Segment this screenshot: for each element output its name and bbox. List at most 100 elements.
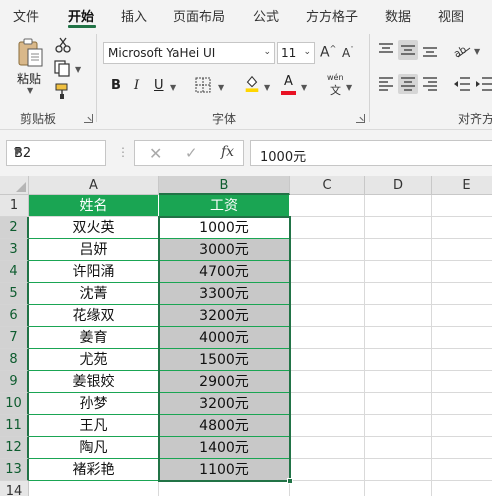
increase-font-size-icon[interactable]: A^ — [320, 44, 336, 61]
tab-view[interactable]: 视图 — [438, 6, 464, 25]
cell-d14[interactable] — [365, 481, 432, 496]
insert-function-icon[interactable]: fx — [221, 144, 234, 160]
font-color-button[interactable]: A — [284, 74, 293, 89]
more-options-icon[interactable]: ⋮ — [117, 145, 129, 159]
cell-c9[interactable] — [290, 371, 365, 393]
name-cell[interactable]: 姜银姣 — [29, 371, 159, 393]
bold-button[interactable]: B — [111, 78, 121, 93]
cell-d3[interactable] — [365, 239, 432, 261]
copy-dropdown-icon[interactable]: ▼ — [75, 65, 81, 74]
align-middle-icon[interactable] — [398, 40, 418, 60]
tab-formulas[interactable]: 公式 — [253, 6, 279, 25]
name-cell[interactable]: 王凡 — [29, 415, 159, 437]
row-header-6[interactable]: 6 — [0, 305, 29, 327]
cell-e6[interactable] — [432, 305, 492, 327]
salary-cell[interactable]: 3300元 — [159, 283, 290, 305]
paste-button-label[interactable]: 粘贴 — [17, 70, 41, 87]
cell-a14[interactable] — [29, 481, 159, 496]
phonetic-guide-icon[interactable]: 文 — [330, 82, 341, 98]
name-box[interactable]: B2 ▼ — [6, 140, 106, 166]
underline-button[interactable]: U — [154, 78, 164, 93]
cell-e1[interactable] — [432, 195, 492, 217]
salary-cell[interactable]: 4700元 — [159, 261, 290, 283]
cell-d12[interactable] — [365, 437, 432, 459]
decrease-font-size-icon[interactable]: Aˇ — [342, 46, 354, 60]
align-center-icon[interactable] — [398, 74, 418, 94]
orientation-dropdown-icon[interactable]: ▼ — [474, 47, 480, 56]
font-size-select[interactable]: 11 ⌄ — [277, 42, 315, 64]
name-cell[interactable]: 双火英 — [29, 217, 159, 239]
cell-e8[interactable] — [432, 349, 492, 371]
align-top-icon[interactable] — [376, 40, 396, 60]
cell-e4[interactable] — [432, 261, 492, 283]
row-header-9[interactable]: 9 — [0, 371, 29, 393]
column-header-d[interactable]: D — [365, 176, 432, 195]
active-cell[interactable]: 1000元 — [159, 217, 290, 239]
cell-e2[interactable] — [432, 217, 492, 239]
cell-e10[interactable] — [432, 393, 492, 415]
format-painter-icon[interactable] — [54, 82, 72, 100]
salary-cell[interactable]: 1400元 — [159, 437, 290, 459]
row-header-3[interactable]: 3 — [0, 239, 29, 261]
tab-insert[interactable]: 插入 — [121, 6, 147, 25]
align-right-icon[interactable] — [420, 74, 440, 94]
name-cell[interactable]: 陶凡 — [29, 437, 159, 459]
cell-c4[interactable] — [290, 261, 365, 283]
cell-c12[interactable] — [290, 437, 365, 459]
font-color-dropdown-icon[interactable]: ▼ — [301, 83, 307, 92]
select-all-button[interactable] — [0, 176, 29, 195]
row-header-2[interactable]: 2 — [0, 217, 29, 239]
salary-cell[interactable]: 4000元 — [159, 327, 290, 349]
row-header-14[interactable]: 14 — [0, 481, 29, 496]
row-header-1[interactable]: 1 — [0, 195, 29, 217]
salary-cell[interactable]: 1500元 — [159, 349, 290, 371]
tab-file[interactable]: 文件 — [13, 6, 39, 25]
row-header-11[interactable]: 11 — [0, 415, 29, 437]
cell-d6[interactable] — [365, 305, 432, 327]
cell-d1[interactable] — [365, 195, 432, 217]
cell-d11[interactable] — [365, 415, 432, 437]
cell-e11[interactable] — [432, 415, 492, 437]
cell-e5[interactable] — [432, 283, 492, 305]
formula-input[interactable]: 1000元 — [250, 140, 492, 166]
phonetic-guide-top[interactable]: wén — [327, 73, 344, 82]
cell-c2[interactable] — [290, 217, 365, 239]
cell-d4[interactable] — [365, 261, 432, 283]
copy-icon[interactable] — [53, 59, 71, 77]
phonetic-dropdown-icon[interactable]: ▼ — [346, 83, 352, 92]
cell-d10[interactable] — [365, 393, 432, 415]
column-header-b[interactable]: B — [159, 176, 290, 195]
header-cell-name[interactable]: 姓名 — [29, 195, 159, 217]
salary-cell[interactable]: 3200元 — [159, 305, 290, 327]
borders-dropdown-icon[interactable]: ▼ — [218, 83, 224, 92]
cut-icon[interactable] — [54, 36, 72, 54]
align-left-icon[interactable] — [376, 74, 396, 94]
decrease-indent-icon[interactable] — [452, 74, 472, 94]
column-header-e[interactable]: E — [432, 176, 492, 195]
name-cell[interactable]: 姜育 — [29, 327, 159, 349]
fill-handle[interactable] — [287, 478, 293, 484]
column-header-c[interactable]: C — [290, 176, 365, 195]
cell-e12[interactable] — [432, 437, 492, 459]
cell-c10[interactable] — [290, 393, 365, 415]
cell-d8[interactable] — [365, 349, 432, 371]
cell-d9[interactable] — [365, 371, 432, 393]
tab-data[interactable]: 数据 — [385, 6, 411, 25]
chevron-down-icon[interactable]: ▼ — [14, 147, 99, 157]
cell-c8[interactable] — [290, 349, 365, 371]
italic-button[interactable]: I — [134, 78, 139, 93]
clipboard-dialog-launcher-icon[interactable] — [84, 114, 93, 123]
cell-c14[interactable] — [290, 481, 365, 496]
row-header-8[interactable]: 8 — [0, 349, 29, 371]
cell-c6[interactable] — [290, 305, 365, 327]
cell-c7[interactable] — [290, 327, 365, 349]
row-header-7[interactable]: 7 — [0, 327, 29, 349]
underline-dropdown-icon[interactable]: ▼ — [170, 83, 176, 92]
cell-d2[interactable] — [365, 217, 432, 239]
name-cell[interactable]: 褚彩艳 — [29, 459, 159, 481]
salary-cell[interactable]: 2900元 — [159, 371, 290, 393]
row-header-5[interactable]: 5 — [0, 283, 29, 305]
name-cell[interactable]: 花缘双 — [29, 305, 159, 327]
cell-e7[interactable] — [432, 327, 492, 349]
tab-home[interactable]: 开始 — [68, 6, 94, 25]
